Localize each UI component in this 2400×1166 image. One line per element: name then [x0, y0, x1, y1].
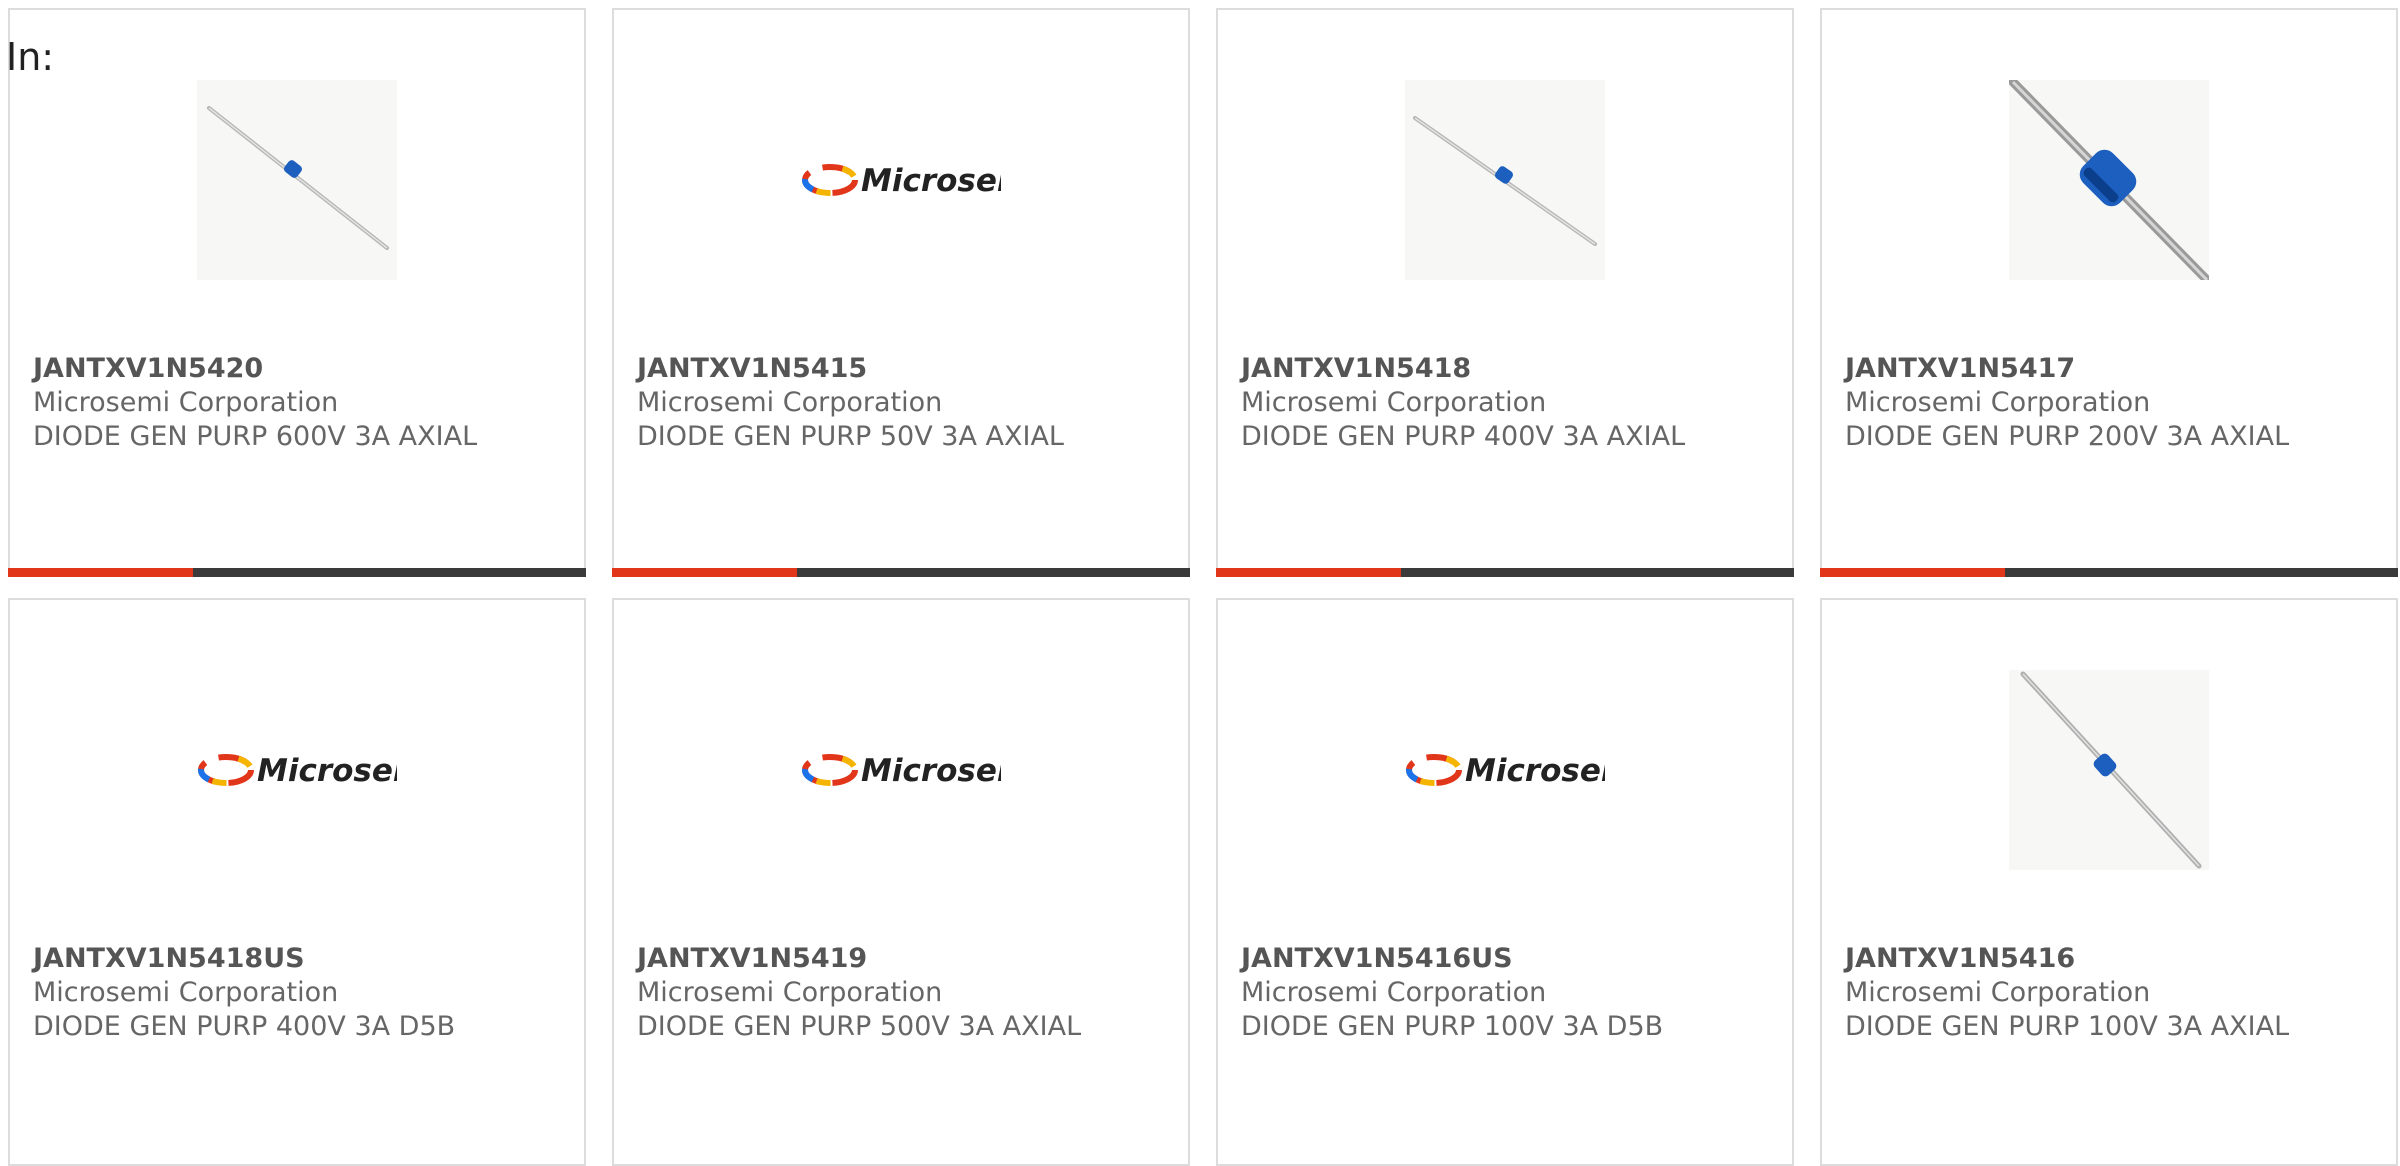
manufacturer: Microsemi Corporation — [1241, 977, 1547, 1008]
part-number[interactable]: JANTXV1N5415 — [637, 352, 1064, 386]
product-card[interactable]: JANTXV1N5418 Microsemi Corporation DIODE… — [1216, 8, 1794, 577]
diode-image[interactable] — [197, 80, 397, 280]
diode-image[interactable] — [1405, 80, 1605, 280]
progress-bar — [1820, 568, 2398, 577]
progress-fill — [8, 568, 193, 577]
progress-bar — [8, 568, 586, 577]
part-number[interactable]: JANTXV1N5417 — [1845, 352, 2289, 386]
microsemi-logo[interactable]: Microsemi — [197, 670, 397, 870]
description: DIODE GEN PURP 400V 3A D5B — [33, 1011, 456, 1042]
diode-image[interactable] — [2009, 670, 2209, 870]
manufacturer: Microsemi Corporation — [1845, 977, 2151, 1008]
manufacturer: Microsemi Corporation — [637, 977, 943, 1008]
part-number[interactable]: JANTXV1N5416US — [1241, 942, 1663, 976]
product-grid: JANTXV1N5420 Microsemi Corporation DIODE… — [8, 8, 2398, 1166]
part-number[interactable]: JANTXV1N5418 — [1241, 352, 1685, 386]
manufacturer: Microsemi Corporation — [637, 387, 943, 418]
progress-bar — [612, 568, 1190, 577]
progress-fill — [1216, 568, 1401, 577]
product-card[interactable]: JANTXV1N5416 Microsemi Corporation DIODE… — [1820, 598, 2398, 1166]
product-card[interactable]: Microsemi JANTXV1N5415 Microsemi Corpora… — [612, 8, 1190, 577]
description: DIODE GEN PURP 400V 3A AXIAL — [1241, 421, 1686, 452]
product-card[interactable]: JANTXV1N5420 Microsemi Corporation DIODE… — [8, 8, 586, 577]
description: DIODE GEN PURP 50V 3A AXIAL — [637, 421, 1064, 452]
progress-fill — [1820, 568, 2005, 577]
description: DIODE GEN PURP 600V 3A AXIAL — [33, 421, 478, 452]
manufacturer: Microsemi Corporation — [33, 977, 339, 1008]
part-number[interactable]: JANTXV1N5418US — [33, 942, 455, 976]
product-card[interactable]: Microsemi JANTXV1N5416US Microsemi Corpo… — [1216, 598, 1794, 1166]
part-number[interactable]: JANTXV1N5416 — [1845, 942, 2289, 976]
filter-label: In: — [6, 35, 55, 79]
product-card[interactable]: Microsemi JANTXV1N5418US Microsemi Corpo… — [8, 598, 586, 1166]
progress-bar — [1216, 568, 1794, 577]
diode-image[interactable] — [2009, 80, 2209, 280]
part-number[interactable]: JANTXV1N5420 — [33, 352, 477, 386]
part-number[interactable]: JANTXV1N5419 — [637, 942, 1081, 976]
manufacturer: Microsemi Corporation — [33, 387, 339, 418]
manufacturer: Microsemi Corporation — [1241, 387, 1547, 418]
svg-text:Microsemi: Microsemi — [1465, 753, 1605, 789]
description: DIODE GEN PURP 100V 3A D5B — [1241, 1011, 1664, 1042]
product-card[interactable]: JANTXV1N5417 Microsemi Corporation DIODE… — [1820, 8, 2398, 577]
description: DIODE GEN PURP 100V 3A AXIAL — [1845, 1011, 2290, 1042]
description: DIODE GEN PURP 200V 3A AXIAL — [1845, 421, 2290, 452]
microsemi-logo[interactable]: Microsemi — [1405, 670, 1605, 870]
progress-fill — [612, 568, 797, 577]
svg-text:Microsemi: Microsemi — [861, 163, 1001, 199]
microsemi-logo[interactable]: Microsemi — [801, 80, 1001, 280]
svg-text:Microsemi: Microsemi — [257, 753, 397, 789]
svg-text:Microsemi: Microsemi — [861, 753, 1001, 789]
manufacturer: Microsemi Corporation — [1845, 387, 2151, 418]
description: DIODE GEN PURP 500V 3A AXIAL — [637, 1011, 1082, 1042]
product-card[interactable]: Microsemi JANTXV1N5419 Microsemi Corpora… — [612, 598, 1190, 1166]
microsemi-logo[interactable]: Microsemi — [801, 670, 1001, 870]
